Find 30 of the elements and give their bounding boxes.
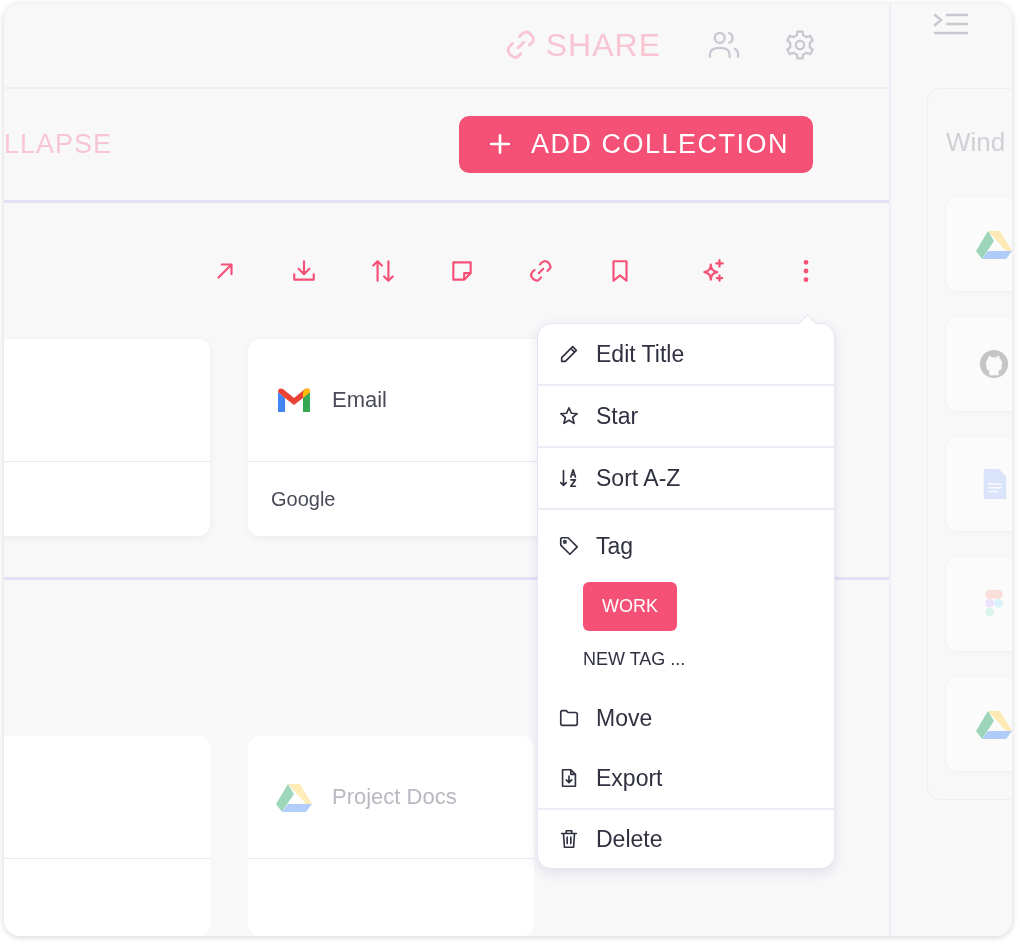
settings-icon[interactable] bbox=[783, 28, 817, 63]
link-icon[interactable] bbox=[528, 257, 554, 284]
sparkles-icon[interactable] bbox=[700, 257, 726, 284]
app-tile[interactable] bbox=[946, 677, 1012, 771]
card-subtitle: Google bbox=[271, 487, 336, 511]
new-tag-link[interactable]: NEW TAG ... bbox=[583, 649, 686, 670]
card-title: Email bbox=[332, 387, 387, 414]
download-icon[interactable] bbox=[291, 257, 317, 284]
menu-item[interactable]: Move bbox=[538, 688, 834, 748]
menu-item[interactable]: Sort A-Z bbox=[538, 448, 834, 508]
link-card[interactable] bbox=[4, 736, 210, 936]
star-icon bbox=[558, 405, 580, 427]
menu-item[interactable]: Star bbox=[538, 386, 834, 446]
swap-vertical-icon[interactable] bbox=[370, 257, 396, 284]
collapse-panel-icon[interactable] bbox=[933, 12, 969, 36]
app-tile[interactable] bbox=[946, 197, 1012, 291]
triangle-logo-icon bbox=[276, 782, 312, 812]
menu-item[interactable]: Export bbox=[538, 748, 834, 808]
pencil-icon bbox=[558, 343, 580, 365]
app-tile[interactable] bbox=[946, 437, 1012, 531]
menu-item[interactable]: Delete bbox=[538, 810, 834, 868]
triangle-logo-icon bbox=[976, 709, 1012, 739]
triangle-logo-icon bbox=[976, 229, 1012, 259]
plus-icon bbox=[488, 133, 511, 156]
card-title: Project Docs bbox=[332, 784, 457, 810]
app-tile[interactable] bbox=[946, 557, 1012, 651]
app-tile[interactable] bbox=[946, 317, 1012, 411]
tag-icon bbox=[558, 535, 580, 557]
trash-icon bbox=[558, 828, 580, 850]
folder-icon bbox=[558, 707, 580, 729]
